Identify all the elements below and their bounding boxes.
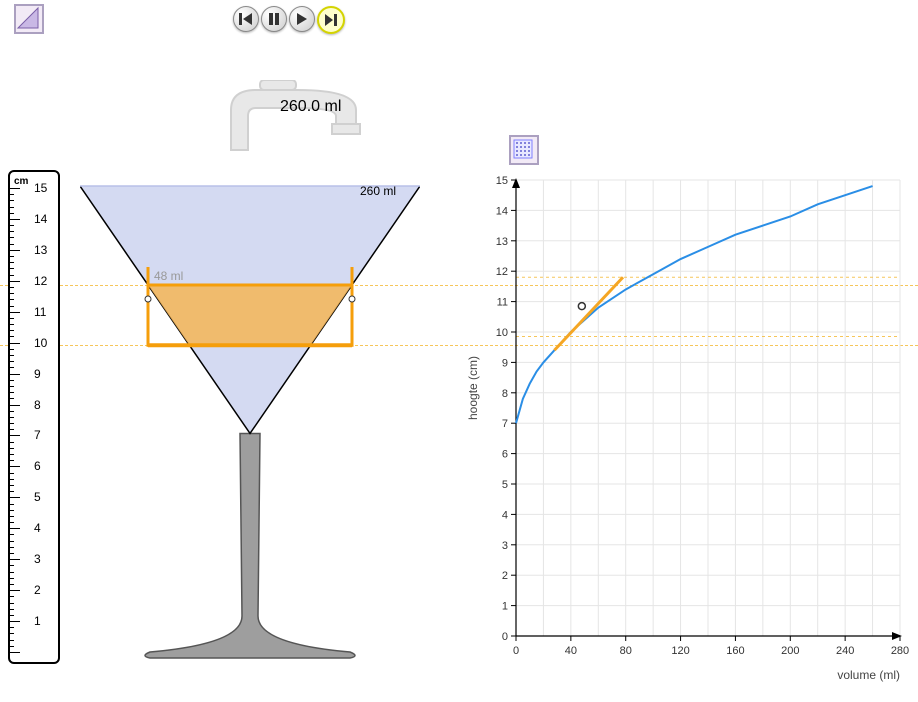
svg-text:8: 8 [502,388,508,400]
svg-text:4: 4 [502,509,508,521]
svg-text:11: 11 [497,297,508,309]
ruler-unit: cm [14,176,28,187]
svg-text:280: 280 [891,645,909,657]
restart-button[interactable] [233,6,259,32]
chart-ylabel: hoogte (cm) [466,356,480,420]
svg-text:120: 120 [671,645,689,657]
svg-text:7: 7 [502,418,508,430]
chart: hoogte (cm) volume (ml) 0408012016020024… [470,170,910,680]
ruler: cm 123456789101112131415 [8,170,60,664]
svg-text:0: 0 [513,645,519,657]
pause-button[interactable] [261,6,287,32]
glass [80,172,420,672]
svg-text:13: 13 [496,236,508,248]
svg-text:0: 0 [502,631,508,643]
svg-text:80: 80 [620,645,632,657]
tap-volume-label: 260.0 ml [280,98,341,116]
total-volume-label: 260 ml [360,184,396,198]
svg-text:200: 200 [781,645,799,657]
faucet-icon [226,80,376,167]
svg-text:10: 10 [496,327,508,339]
grid-tool-icon[interactable] [509,135,539,165]
geometry-tool-icon[interactable] [14,4,44,34]
svg-text:5: 5 [502,479,508,491]
svg-text:240: 240 [836,645,854,657]
svg-text:160: 160 [726,645,744,657]
svg-text:3: 3 [502,540,508,552]
slice-volume-label: 48 ml [154,269,183,283]
svg-text:2: 2 [502,570,508,582]
svg-text:40: 40 [565,645,577,657]
svg-text:9: 9 [502,357,508,369]
svg-text:15: 15 [496,175,508,187]
svg-text:14: 14 [496,205,508,217]
play-button[interactable] [289,6,315,32]
chart-xlabel: volume (ml) [837,668,900,682]
skip-end-button[interactable] [317,6,345,34]
playback-controls [233,6,345,34]
svg-text:12: 12 [496,266,508,278]
svg-text:1: 1 [502,601,508,613]
svg-text:6: 6 [502,449,508,461]
